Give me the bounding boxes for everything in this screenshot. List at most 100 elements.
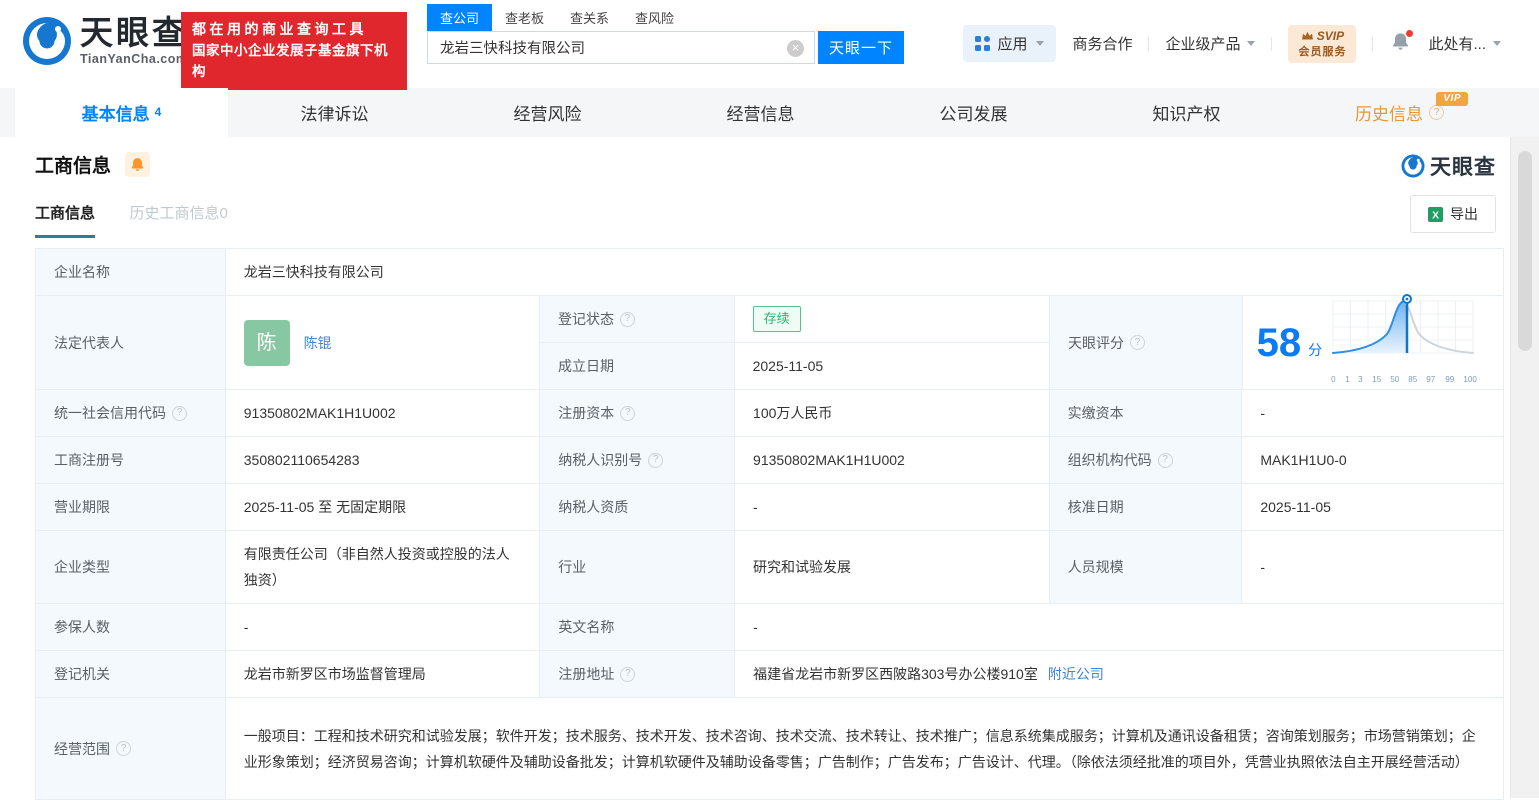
nearby-companies-link[interactable]: 附近公司 [1048,661,1104,687]
field-value: 2025-11-05 至 无固定期限 [243,499,407,515]
field-value: - [1260,559,1266,575]
slogan-line2: 国家中小企业发展子基金旗下机构 [192,42,388,79]
business-info-table: 企业名称 龙岩三快科技有限公司 法定代表人 陈 陈锟 登记状态 ? 存续 成立日… [35,248,1504,800]
user-menu[interactable]: 此处有... [1428,33,1501,54]
subtab-business-info[interactable]: 工商信息 [35,202,96,238]
subtab-row: 工商信息 历史工商信息0 X 导出 [35,195,1504,238]
tab-business-info[interactable]: 经营信息 [654,88,867,137]
divider [1372,36,1374,51]
search-tab-risk[interactable]: 查风险 [622,4,687,31]
tab-intellectual-property[interactable]: 知识产权 [1080,88,1293,137]
field-value: - [243,619,249,635]
monitor-bell-icon[interactable] [125,152,151,177]
help-icon[interactable]: ? [648,452,664,468]
field-value: - [753,499,758,515]
tab-basic-info[interactable]: 基本信息 4 [15,88,228,137]
nav-enterprise-products[interactable]: 企业级产品 [1165,33,1256,54]
field-label: 经营范围 [54,740,110,757]
chevron-down-icon [1247,41,1256,46]
legal-rep-avatar[interactable]: 陈 [243,319,290,366]
tab-label: 公司发展 [939,105,1008,124]
tab-company-development[interactable]: 公司发展 [867,88,1080,137]
search-tabs: 查公司 查老板 查关系 查风险 [427,4,904,31]
tab-operating-risk[interactable]: 经营风险 [441,88,654,137]
top-nav: 应用 商务合作 企业级产品 SVIP 会员服务 此处有... [963,24,1501,63]
help-icon[interactable]: ? [172,405,187,421]
search-tab-boss[interactable]: 查老板 [492,4,557,31]
field-value: 91350802MAK1H1U002 [243,405,396,421]
username: 此处有... [1428,36,1486,53]
help-icon[interactable]: ? [620,666,636,682]
field-value: 福建省龙岩市新罗区西陂路303号办公楼910室 [753,666,1038,682]
field-value: 一般项目：工程和技术研究和试验发展；软件开发；技术服务、技术开发、技术咨询、技术… [243,727,1476,770]
help-icon[interactable]: ? [116,741,131,756]
field-label: 登记机关 [54,666,110,682]
enterprise-label: 企业级产品 [1165,36,1241,53]
status-badge: 存续 [752,306,801,332]
score-distribution-chart: 0 1 3 15 50 85 97 99 100 [1329,293,1479,392]
table-row: 参保人数 - 英文名称 - [36,604,1503,651]
tab-legal-proceedings[interactable]: 法律诉讼 [228,88,441,137]
tianyan-score: 58 [1256,320,1302,365]
help-icon[interactable]: ? [619,311,635,327]
search-tab-company[interactable]: 查公司 [427,4,493,31]
field-value: - [1260,405,1266,421]
field-label: 法定代表人 [54,334,124,351]
help-icon[interactable]: ? [620,405,636,421]
tianyancha-eye-icon [23,17,71,65]
notifications-bell-icon[interactable] [1391,29,1414,56]
legal-rep-link[interactable]: 陈锟 [304,330,332,356]
search-button[interactable]: 天眼一下 [818,31,904,64]
tab-label: 基本信息 [81,105,150,124]
table-row: 营业期限 2025-11-05 至 无固定期限 纳税人资质 - 核准日期 202… [36,484,1503,531]
table-row: 法定代表人 陈 陈锟 登记状态 ? 存续 成立日期 2025-11-05 天眼评… [36,293,1503,392]
divider [1271,36,1273,51]
export-button[interactable]: X 导出 [1410,195,1496,233]
field-label: 注册地址 [558,666,615,682]
tab-label: 经营风险 [513,105,582,124]
field-value: 龙岩三快科技有限公司 [243,264,384,280]
section-tabbar: 基本信息 4 法律诉讼 经营风险 经营信息 公司发展 知识产权 VIP 历史信息… [0,88,1539,137]
field-label: 纳税人识别号 [558,452,643,468]
table-row: 企业类型 有限责任公司（非自然人投资或控股的法人独资） 行业 研究和试验发展 人… [36,531,1503,604]
field-value: - [753,619,758,635]
field-value: 350802110654283 [243,452,360,468]
site-header: 天眼查 TianYanCha.com 都在用的商业查询工具 国家中小企业发展子基… [0,0,1539,90]
field-label: 核准日期 [1067,499,1124,515]
field-label: 注册资本 [558,405,615,421]
field-value: 有限责任公司（非自然人投资或控股的法人独资） [243,546,510,588]
scrollbar[interactable] [1510,137,1539,798]
field-label: 工商注册号 [54,452,124,468]
scrollbar-thumb[interactable] [1518,151,1532,351]
field-label: 行业 [558,559,587,575]
search-input[interactable] [428,32,814,63]
site-logo[interactable]: 天眼查 TianYanCha.com [22,16,188,66]
search-box: × [427,31,815,64]
field-value: MAK1H1U0-0 [1260,452,1347,468]
field-label: 实缴资本 [1067,405,1124,421]
export-label: 导出 [1450,206,1478,222]
field-label: 参保人数 [54,619,110,635]
slogan-badge: 都在用的商业查询工具 国家中小企业发展子基金旗下机构 [181,12,407,90]
help-icon[interactable]: ? [1129,335,1145,350]
search-tab-relation[interactable]: 查关系 [557,4,622,31]
help-icon[interactable]: ? [1157,452,1173,468]
tab-history-info[interactable]: VIP 历史信息 ? [1293,88,1506,137]
tab-count: 4 [154,104,162,119]
tab-label: 历史信息 [1355,105,1423,124]
clear-search-icon[interactable]: × [787,40,804,57]
svip-label: SVIP [1316,28,1345,43]
table-row: 登记机关 龙岩市新罗区市场监督管理局 注册地址 ? 福建省龙岩市新罗区西陂路30… [36,651,1503,698]
table-row: 企业名称 龙岩三快科技有限公司 [36,249,1503,296]
help-icon[interactable]: ? [1429,105,1444,120]
apps-grid-icon [975,36,991,51]
apps-menu[interactable]: 应用 [963,25,1057,62]
table-row: 工商注册号 350802110654283 纳税人识别号 ? 91350802M… [36,437,1503,484]
field-value: 龙岩市新罗区市场监督管理局 [243,666,426,682]
subtab-history-business-info[interactable]: 历史工商信息0 [129,202,227,235]
svip-member-badge[interactable]: SVIP 会员服务 [1288,24,1357,63]
crown-icon [1301,31,1313,40]
field-label: 人员规模 [1067,559,1124,575]
nav-business-cooperation[interactable]: 商务合作 [1072,33,1132,54]
score-axis-ticks: 0 1 3 15 50 85 97 99 100 [1331,374,1477,384]
